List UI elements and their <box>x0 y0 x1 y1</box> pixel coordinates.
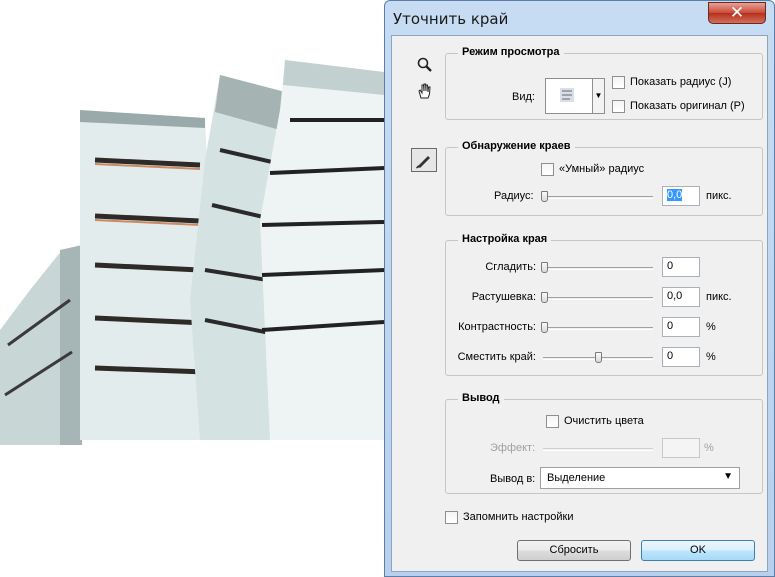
feather-slider-thumb[interactable] <box>541 292 548 303</box>
smooth-slider-track[interactable] <box>543 267 653 270</box>
amount-slider-track <box>543 448 653 451</box>
show-original-label: Показать оригинал (P) <box>630 100 745 112</box>
radius-label: Радиус: <box>494 190 534 202</box>
feather-input[interactable]: 0,0 <box>662 287 700 307</box>
close-icon: ✕ <box>729 3 745 23</box>
dialog-body: Режим просмотра Вид: ▼ Показать радиус (… <box>391 35 768 572</box>
remember-settings-label: Запомнить настройки <box>463 511 574 523</box>
view-mode-legend: Режим просмотра <box>458 46 564 58</box>
contrast-slider-track[interactable] <box>543 327 653 330</box>
shift-edge-unit: % <box>706 351 716 363</box>
edge-detection-legend: Обнаружение краев <box>458 140 575 152</box>
cutout-image <box>0 60 384 445</box>
adjust-edge-legend: Настройка края <box>458 233 552 245</box>
smooth-input[interactable]: 0 <box>662 257 700 277</box>
hand-icon[interactable] <box>414 82 436 104</box>
contrast-input[interactable]: 0 <box>662 317 700 337</box>
document-canvas[interactable] <box>0 0 384 577</box>
radius-input[interactable]: 0,0 <box>662 186 700 206</box>
chevron-down-icon: ▼ <box>723 471 733 482</box>
show-radius-checkbox[interactable] <box>612 76 625 89</box>
refine-radius-brush-icon[interactable] <box>411 148 437 172</box>
contrast-value: 0 <box>667 320 674 332</box>
radius-slider-track[interactable] <box>543 196 653 199</box>
show-radius-label: Показать радиус (J) <box>630 76 732 88</box>
shift-edge-input[interactable]: 0 <box>662 347 700 367</box>
feather-label: Растушевка: <box>471 291 536 303</box>
reset-button[interactable]: Сбросить <box>517 540 631 561</box>
close-button[interactable]: ✕ <box>708 2 766 24</box>
output-to-label: Вывод в: <box>490 473 536 485</box>
output-legend: Вывод <box>458 392 504 404</box>
feather-unit: пикс. <box>706 291 732 303</box>
radius-slider-thumb[interactable] <box>541 191 548 202</box>
output-to-value: Выделение <box>547 472 606 484</box>
refine-edge-dialog: Уточнить край ✕ Режим просмотра Вид: ▼ П… <box>384 0 775 577</box>
smooth-label: Сгладить: <box>485 261 536 273</box>
smooth-value: 0 <box>667 260 674 272</box>
view-thumbnail-icon <box>560 88 574 102</box>
amount-unit: % <box>704 442 714 454</box>
output-to-select[interactable]: Выделение ▼ <box>540 467 740 489</box>
ok-button[interactable]: OK <box>641 540 755 561</box>
remember-settings-checkbox[interactable] <box>445 511 458 524</box>
contrast-unit: % <box>706 321 716 333</box>
zoom-icon[interactable] <box>414 56 436 78</box>
smart-radius-checkbox[interactable] <box>541 163 554 176</box>
feather-slider-track[interactable] <box>543 297 653 300</box>
decontaminate-colors-label: Очистить цвета <box>564 415 644 427</box>
show-original-checkbox[interactable] <box>612 100 625 113</box>
shift-edge-slider-thumb[interactable] <box>595 352 602 363</box>
contrast-slider-thumb[interactable] <box>541 322 548 333</box>
dialog-title: Уточнить край <box>393 10 509 28</box>
view-dropdown-arrow[interactable]: ▼ <box>593 78 605 114</box>
edge-detection-group: Обнаружение краев <box>445 140 763 216</box>
contrast-label: Контрастность: <box>458 321 536 333</box>
title-bar[interactable]: Уточнить край ✕ <box>385 1 774 35</box>
smooth-slider-thumb[interactable] <box>541 262 548 273</box>
radius-unit: пикс. <box>706 190 732 202</box>
shift-edge-value: 0 <box>667 350 674 362</box>
view-label: Вид: <box>512 91 535 103</box>
feather-value: 0,0 <box>667 290 683 302</box>
radius-value: 0,0 <box>667 189 683 201</box>
view-preview-thumbnail[interactable] <box>545 78 593 114</box>
decontaminate-colors-checkbox[interactable] <box>546 415 559 428</box>
amount-input <box>662 438 700 458</box>
smart-radius-label: «Умный» радиус <box>559 163 645 175</box>
shift-edge-label: Сместить край: <box>457 351 536 363</box>
amount-label: Эффект: <box>490 442 536 454</box>
